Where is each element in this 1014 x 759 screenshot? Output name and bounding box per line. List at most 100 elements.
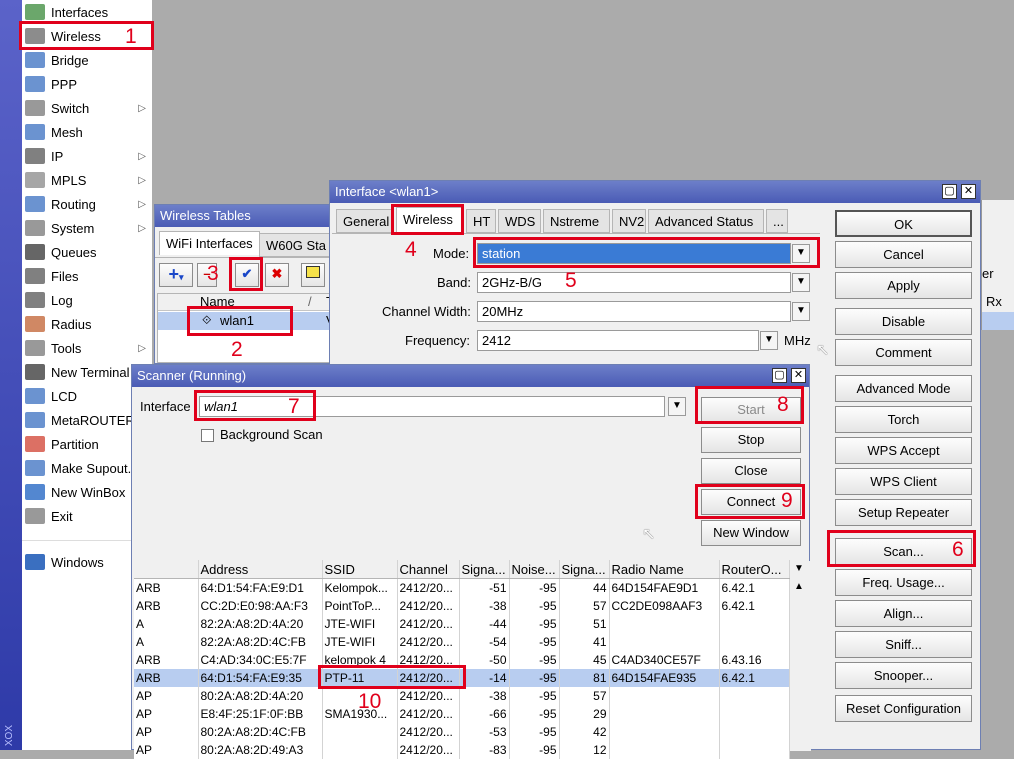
scanner-maximize-icon[interactable]: ▢: [772, 368, 787, 383]
background-scan-checkbox[interactable]: [201, 429, 214, 442]
sidebar-item-label: Files: [51, 268, 79, 284]
column-header[interactable]: Signa...: [459, 560, 510, 579]
close-icon[interactable]: ✕: [961, 184, 976, 199]
tab-general[interactable]: General: [336, 209, 394, 233]
reset-configuration-button[interactable]: Reset Configuration: [835, 695, 972, 722]
table-cell: 6.42.1: [719, 578, 790, 597]
column-header[interactable]: Signa...: [559, 560, 610, 579]
annotation-2: 2: [231, 338, 243, 361]
column-header[interactable]: Channel: [397, 560, 460, 579]
tab-nv2[interactable]: NV2: [612, 209, 646, 233]
ok-button[interactable]: OK: [835, 210, 972, 237]
tab-ht[interactable]: HT: [466, 209, 496, 233]
freq-usage-button[interactable]: Freq. Usage...: [835, 569, 972, 596]
table-cell: 2412/20...: [397, 615, 460, 633]
table-row[interactable]: AP 80:2A:A8:2D:4C:FB 2412/20... -53 -95 42: [134, 723, 790, 741]
column-header[interactable]: Radio Name: [609, 560, 720, 579]
comment-button[interactable]: Comment: [835, 339, 972, 366]
sidebar-item-files[interactable]: Files: [22, 264, 152, 288]
table-row[interactable]: AP 80:2A:A8:2D:4A:20 2412/20... -38 -95 57: [134, 687, 790, 705]
interface-window-title[interactable]: Interface <wlan1>: [330, 181, 980, 203]
channel-width-dropdown-icon[interactable]: ▼: [792, 302, 810, 321]
table-cell: [609, 633, 720, 651]
column-header[interactable]: RouterO...: [719, 560, 790, 579]
sidebar-item-mesh[interactable]: Mesh: [22, 120, 152, 144]
disable-button[interactable]: ✖: [265, 263, 289, 287]
advanced-mode-button[interactable]: Advanced Mode: [835, 375, 972, 402]
maximize-icon[interactable]: ▢: [942, 184, 957, 199]
tab-w60g-station[interactable]: W60G Sta: [259, 233, 333, 257]
scanner-scrollbar[interactable]: ▼ ▲: [788, 561, 811, 751]
tab-more[interactable]: ...: [766, 209, 788, 233]
add-button[interactable]: +▾: [159, 263, 193, 287]
table-row[interactable]: A 82:2A:A8:2D:4C:FB JTE-WIFI 2412/20... -54-…: [134, 633, 790, 651]
align-button[interactable]: Align...: [835, 600, 972, 627]
table-cell: 64:D1:54:FA:E9:35: [198, 669, 323, 687]
table-cell: 82:2A:A8:2D:4A:20: [198, 615, 323, 633]
column-header[interactable]: Noise...: [509, 560, 560, 579]
table-cell: 6.43.16: [719, 651, 790, 669]
sidebar-item-mpls[interactable]: MPLS ▷: [22, 168, 152, 192]
apply-button[interactable]: Apply: [835, 272, 972, 299]
table-row[interactable]: AP E8:4F:25:1F:0F:BB SMA1930... 2412/20... -…: [134, 705, 790, 723]
submenu-arrow-icon: ▷: [138, 222, 146, 234]
disable-button[interactable]: Disable: [835, 308, 972, 335]
table-cell: 2412/20...: [397, 687, 460, 705]
new-window-button[interactable]: New Window: [701, 520, 801, 546]
sidebar-item-switch[interactable]: Switch ▷: [22, 96, 152, 120]
column-header[interactable]: Address: [198, 560, 323, 579]
sidebar-item-radius[interactable]: Radius: [22, 312, 152, 336]
tab-wifi-interfaces[interactable]: WiFi Interfaces: [159, 231, 260, 255]
table-row[interactable]: ARB 64:D1:54:FA:E9:D1 Kelompok... 2412/20..…: [134, 578, 790, 597]
wps-client-button[interactable]: WPS Client: [835, 468, 972, 495]
table-row[interactable]: AP 80:2A:A8:2D:49:A3 2412/20... -83 -95 12: [134, 741, 790, 759]
snooper-button[interactable]: Snooper...: [835, 662, 972, 689]
sidebar-item-ppp[interactable]: PPP: [22, 72, 152, 96]
table-cell: ARB: [134, 578, 199, 597]
scanner-window-title[interactable]: Scanner (Running): [132, 365, 809, 387]
exit-icon: [25, 508, 45, 524]
close-button[interactable]: Close: [701, 458, 801, 484]
channel-width-select[interactable]: 20MHz: [477, 301, 791, 322]
sidebar-item-bridge[interactable]: Bridge: [22, 48, 152, 72]
mouse-cursor-icon: ↖: [642, 526, 656, 543]
tab-advanced-status[interactable]: Advanced Status: [648, 209, 764, 233]
tab-nstreme[interactable]: Nstreme: [543, 209, 610, 233]
table-cell: 64D154FAE935: [609, 669, 720, 687]
wps-accept-button[interactable]: WPS Accept: [835, 437, 972, 464]
cancel-button[interactable]: Cancel: [835, 241, 972, 268]
sidebar-item-label: PPP: [51, 76, 78, 92]
annotation-5: 5: [565, 269, 577, 292]
sniff-button[interactable]: Sniff...: [835, 631, 972, 658]
table-cell: 29: [559, 705, 610, 723]
wireless-tables-title[interactable]: Wireless Tables: [155, 205, 343, 227]
sidebar-item-label: Log: [51, 292, 73, 308]
table-row[interactable]: ARB CC:2D:E0:98:AA:F3 PointToP... 2412/20..…: [134, 597, 790, 615]
frequency-select[interactable]: 2412: [477, 330, 759, 351]
sidebar-item-ip[interactable]: IP ▷: [22, 144, 152, 168]
comment-button[interactable]: [301, 263, 325, 287]
band-select[interactable]: 2GHz-B/G: [477, 272, 791, 293]
tab-wds[interactable]: WDS: [498, 209, 541, 233]
sidebar-item-routing[interactable]: Routing ▷: [22, 192, 152, 216]
column-header[interactable]: [134, 560, 199, 579]
sidebar-item-log[interactable]: Log: [22, 288, 152, 312]
column-header[interactable]: SSID: [322, 560, 398, 579]
scroll-up-icon[interactable]: ▲: [794, 581, 804, 592]
setup-repeater-button[interactable]: Setup Repeater: [835, 499, 972, 526]
frequency-dropdown-icon[interactable]: ▼: [760, 331, 778, 350]
scanner-close-icon[interactable]: ✕: [791, 368, 806, 383]
table-cell: -54: [459, 633, 510, 651]
table-row[interactable]: A 82:2A:A8:2D:4A:20 JTE-WIFI 2412/20... -44-…: [134, 615, 790, 633]
sidebar-item-tools[interactable]: Tools ▷: [22, 336, 152, 360]
table-cell: C4AD340CE57F: [609, 651, 720, 669]
columns-dropdown-icon[interactable]: ▼: [794, 563, 804, 574]
stop-button[interactable]: Stop: [701, 427, 801, 453]
band-dropdown-icon[interactable]: ▼: [792, 273, 810, 292]
sidebar-item-system[interactable]: System ▷: [22, 216, 152, 240]
table-cell: AP: [134, 687, 199, 705]
table-cell: -95: [509, 669, 560, 687]
torch-button[interactable]: Torch: [835, 406, 972, 433]
sidebar-item-queues[interactable]: Queues: [22, 240, 152, 264]
scanner-interface-dropdown-icon[interactable]: ▼: [668, 397, 686, 416]
